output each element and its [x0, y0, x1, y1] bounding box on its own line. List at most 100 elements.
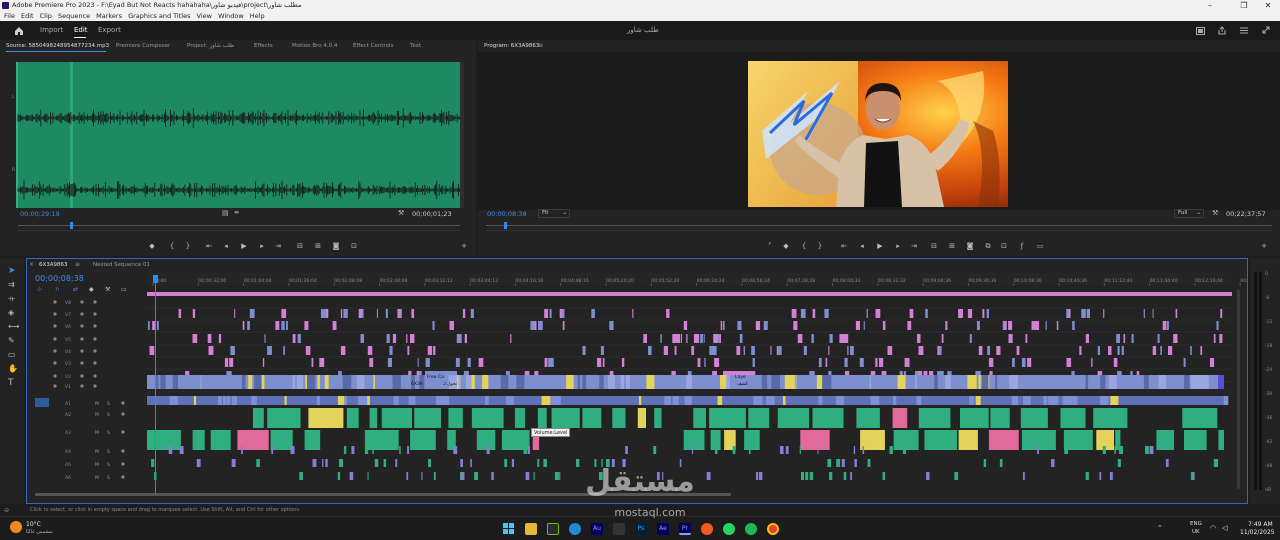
video-clip[interactable] [149, 346, 155, 355]
video-clip[interactable] [464, 334, 467, 343]
audio-clip[interactable] [485, 396, 489, 405]
video-clip[interactable] [736, 346, 741, 355]
video-clip[interactable] [875, 358, 878, 367]
tab-export[interactable]: Export [98, 26, 121, 34]
video-clip[interactable] [844, 358, 848, 367]
video-clip[interactable] [1197, 375, 1206, 389]
video-clip[interactable] [1009, 375, 1018, 389]
prog-export-frame-icon[interactable]: ◙ [966, 242, 974, 250]
video-clip[interactable] [632, 309, 634, 318]
video-clip[interactable] [208, 346, 214, 355]
video-clip[interactable] [192, 334, 198, 343]
audio-clip[interactable] [801, 472, 804, 480]
video-clip[interactable] [709, 346, 712, 355]
video-clip[interactable] [392, 334, 397, 343]
video-clip[interactable] [229, 358, 234, 367]
audio-clip[interactable] [251, 396, 257, 405]
video-clip[interactable] [694, 334, 700, 343]
audio-clip[interactable] [421, 472, 423, 480]
prog-go-in-icon[interactable]: ⇤ [840, 242, 848, 250]
audio-clip[interactable] [554, 472, 559, 480]
track-select-icon[interactable]: ⇉ [8, 280, 15, 289]
audio-clip[interactable] [337, 396, 345, 405]
audio-clip[interactable] [504, 459, 508, 467]
prog-out-icon[interactable]: } [816, 242, 824, 250]
video-clip[interactable] [986, 309, 989, 318]
video-clip[interactable] [1116, 334, 1120, 343]
video-clip[interactable] [660, 334, 662, 343]
video-clip[interactable] [784, 375, 795, 389]
video-clip[interactable] [1025, 334, 1028, 343]
audio-clip[interactable] [256, 459, 260, 467]
video-clip[interactable] [812, 309, 816, 318]
audio-clip[interactable] [1023, 472, 1025, 480]
prog-mark-in-icon[interactable]: ⌜ [766, 242, 774, 250]
video-clip[interactable] [887, 346, 893, 355]
audio-clip[interactable] [357, 396, 368, 405]
video-clip[interactable] [319, 358, 325, 367]
audio-clip[interactable] [523, 446, 528, 454]
add-button-icon[interactable]: + [460, 242, 468, 250]
clip-label[interactable]: 6X3A [411, 381, 424, 387]
video-clip[interactable] [945, 321, 948, 330]
audio-clip[interactable] [850, 472, 852, 480]
audio-clip[interactable] [1064, 446, 1069, 454]
video-clip[interactable] [340, 346, 346, 355]
audio-clip[interactable] [349, 472, 354, 480]
video-clip[interactable] [1184, 375, 1190, 389]
video-clip[interactable] [978, 346, 983, 355]
menu-file[interactable]: File [4, 12, 15, 20]
video-clip[interactable] [882, 321, 886, 330]
audio-clip[interactable] [527, 446, 530, 454]
menu-help[interactable]: Help [250, 12, 265, 20]
video-clip[interactable] [1213, 334, 1216, 343]
video-clip[interactable] [1190, 375, 1197, 389]
source-settings-icon[interactable]: ▤ [222, 209, 229, 217]
video-clip[interactable] [1085, 334, 1089, 343]
audio-clip[interactable] [217, 396, 222, 405]
video-clip[interactable] [234, 309, 236, 318]
audio-clip[interactable] [474, 472, 478, 480]
audio-clip[interactable] [785, 446, 789, 454]
audio-clip[interactable] [612, 408, 626, 428]
audio-clip[interactable] [346, 408, 359, 428]
video-clip[interactable] [776, 346, 779, 355]
video-clip[interactable] [1175, 309, 1178, 318]
audio-clip[interactable] [511, 459, 514, 467]
audio-clip[interactable] [351, 446, 355, 454]
audio-clip[interactable] [1100, 396, 1109, 405]
video-clip[interactable] [407, 346, 410, 355]
audio-clip[interactable] [809, 472, 813, 480]
video-clip[interactable] [763, 321, 768, 330]
audio-clip[interactable] [460, 472, 465, 480]
video-clip[interactable] [897, 375, 906, 389]
audio-clip[interactable] [637, 408, 646, 428]
video-clip[interactable] [530, 321, 535, 330]
ripple-edit-icon[interactable]: ⟛ [8, 294, 15, 304]
video-clip[interactable] [387, 358, 392, 367]
video-clip[interactable] [1167, 321, 1169, 330]
video-clip[interactable] [1152, 346, 1157, 355]
prog-go-out-icon[interactable]: ⇥ [910, 242, 918, 250]
video-clip[interactable] [544, 309, 549, 318]
audio-clip[interactable] [684, 396, 692, 405]
audio-clip[interactable] [372, 446, 374, 454]
video-clip[interactable] [1066, 358, 1072, 367]
wifi-icon[interactable]: ◠ [1210, 524, 1216, 532]
video-clip[interactable] [828, 346, 830, 355]
audio-clip[interactable] [960, 408, 989, 428]
video-clip[interactable] [544, 358, 548, 367]
video-clip[interactable] [320, 309, 326, 318]
button-editor-icon[interactable]: ⊡ [350, 242, 358, 250]
home-icon[interactable] [14, 26, 24, 35]
whatsapp-icon[interactable] [723, 523, 735, 535]
video-clip[interactable] [389, 346, 393, 355]
video-clip[interactable] [241, 375, 246, 389]
audio-clip[interactable] [299, 472, 303, 480]
audio-clip[interactable] [893, 396, 897, 405]
video-clip[interactable] [793, 321, 796, 330]
source-drag-icon[interactable]: ⇹ [234, 209, 239, 216]
audio-clip[interactable] [827, 459, 832, 467]
audio-clip[interactable] [226, 396, 231, 405]
video-clip[interactable] [723, 321, 725, 330]
